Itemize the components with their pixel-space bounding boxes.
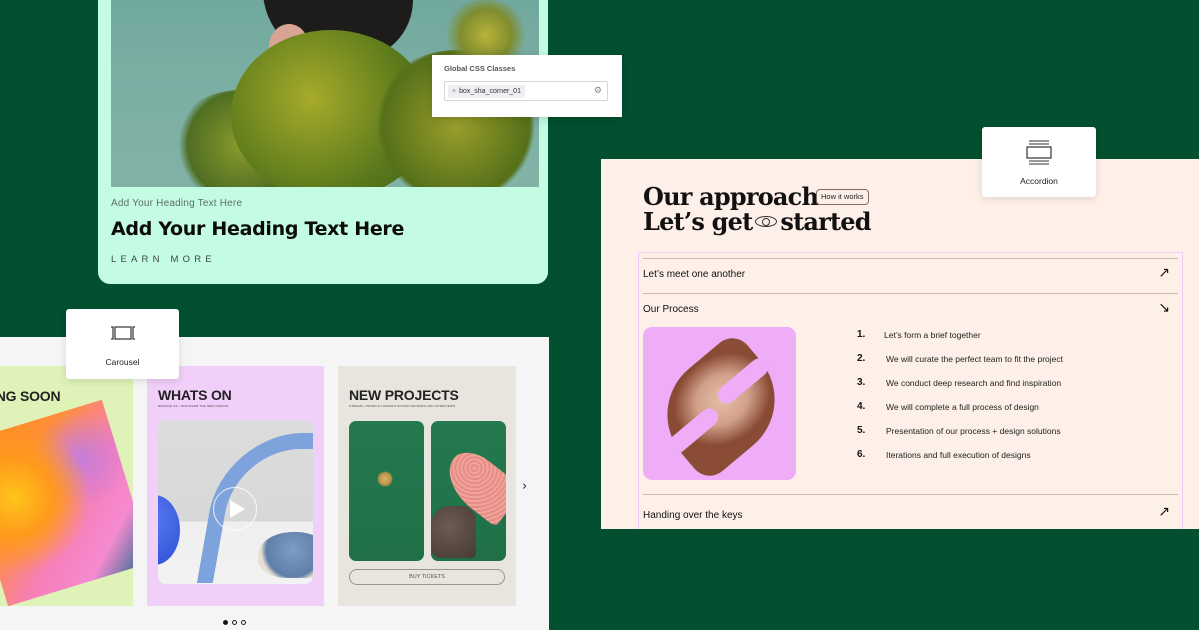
buy-tickets-button[interactable]: BUY TICKETS	[349, 569, 505, 585]
slide-title: NEW PROJECTS	[349, 387, 459, 403]
step-number: 6.	[857, 449, 866, 460]
flower-shape	[377, 471, 393, 487]
divider	[643, 258, 1178, 259]
approach-title-line2: Let’s get started	[643, 207, 872, 236]
carousel-slide[interactable]: WHATS ON ENGAGE US • DISCOVER THE NEW DE…	[147, 366, 324, 606]
remove-tag-icon[interactable]: ×	[452, 88, 456, 95]
chevron-right-icon[interactable]: ›	[522, 479, 527, 494]
accordion-item-label: Let’s meet one another	[643, 269, 746, 280]
video-thumbnail[interactable]	[158, 420, 313, 584]
slide-caption: STREAM • PRODUCT DESIGN STUDIO REVIEWS A…	[349, 404, 456, 408]
accordion: Let’s meet one another ↗ Our Process ↘ 1…	[638, 252, 1183, 529]
play-icon[interactable]	[213, 487, 257, 531]
step-number: 5.	[857, 425, 866, 436]
step-number: 2.	[857, 353, 866, 364]
accordion-item-label: Our Process	[643, 304, 699, 315]
css-classes-input[interactable]: × box_sha_corner_01 ⚙	[444, 81, 608, 101]
global-css-classes-panel: Global CSS Classes × box_sha_corner_01 ⚙	[432, 55, 622, 117]
carousel-pagination	[223, 620, 246, 625]
accordion-item[interactable]: Let’s meet one another ↗	[643, 265, 1170, 281]
slide-title: WHATS ON	[158, 387, 232, 403]
step-number: 4.	[857, 401, 866, 412]
accordion-widget-label: Accordion	[1020, 176, 1058, 186]
project-image	[349, 421, 424, 561]
carousel-widget-label: Carousel	[105, 357, 140, 367]
pagination-dot[interactable]	[241, 620, 246, 625]
step-text: We conduct deep research and find inspir…	[886, 378, 1062, 388]
css-class-tag: × box_sha_corner_01	[448, 85, 525, 98]
slide-title: ING SOON	[0, 388, 61, 404]
title-text: started	[780, 207, 871, 236]
accordion-item[interactable]: Our Process ↘	[643, 300, 1170, 316]
divider	[643, 494, 1178, 495]
accordion-icon	[1026, 140, 1052, 165]
learn-more-link[interactable]: LEARN MORE	[111, 254, 216, 265]
step-number: 1.	[857, 329, 866, 340]
pagination-dot[interactable]	[232, 620, 237, 625]
eye-icon	[755, 216, 778, 227]
pagination-dot[interactable]	[223, 620, 228, 625]
hero-heading: Add Your Heading Text Here	[111, 218, 405, 240]
process-image	[643, 327, 796, 480]
rock-shape	[431, 506, 476, 558]
accordion-item[interactable]: Handing over the keys ↗	[643, 504, 1170, 521]
carousel-slide[interactable]: NEW PROJECTS STREAM • PRODUCT DESIGN STU…	[338, 366, 516, 606]
accordion-widget[interactable]: Accordion	[982, 127, 1096, 197]
step-text: We will complete a full process of desig…	[886, 402, 1039, 412]
step-text: Let’s form a brief together	[884, 330, 981, 340]
step-text: Presentation of our process + design sol…	[886, 426, 1061, 436]
arrow-up-right-icon[interactable]: ↗	[1158, 265, 1170, 281]
painting-image	[0, 399, 133, 606]
stone-shape	[258, 532, 313, 578]
hero-subheading: Add Your Heading Text Here	[111, 198, 243, 209]
arrow-down-right-icon[interactable]: ↘	[1158, 300, 1170, 316]
step-text: Iterations and full execution of designs	[886, 450, 1031, 460]
carousel-icon	[111, 326, 135, 340]
accordion-item-label: Handing over the keys	[643, 510, 743, 521]
divider	[643, 293, 1178, 294]
portrait-shape	[643, 330, 796, 480]
approach-section: Our approach Let’s get started How it wor…	[601, 159, 1199, 529]
how-it-works-badge[interactable]: How it works	[816, 189, 869, 205]
carousel: ING SOON WHATS ON ENGAGE US • DISCOVER T…	[0, 337, 549, 630]
project-image	[431, 421, 506, 561]
css-class-tag-value: box_sha_corner_01	[459, 88, 521, 95]
gear-icon[interactable]: ⚙	[594, 85, 602, 96]
css-classes-label: Global CSS Classes	[444, 64, 516, 73]
arrow-up-right-icon[interactable]: ↗	[1158, 504, 1170, 520]
carousel-widget[interactable]: Carousel	[66, 309, 179, 379]
carousel-slide[interactable]: ING SOON	[0, 366, 133, 606]
step-number: 3.	[857, 377, 866, 388]
sphere-shape	[158, 495, 180, 565]
slide-caption: ENGAGE US • DISCOVER THE NEW DESIGN	[158, 404, 229, 408]
title-text: Let’s get	[643, 207, 753, 236]
hero-card: Add Your Heading Text Here Add Your Head…	[98, 0, 548, 284]
step-text: We will curate the perfect team to fit t…	[886, 354, 1064, 364]
